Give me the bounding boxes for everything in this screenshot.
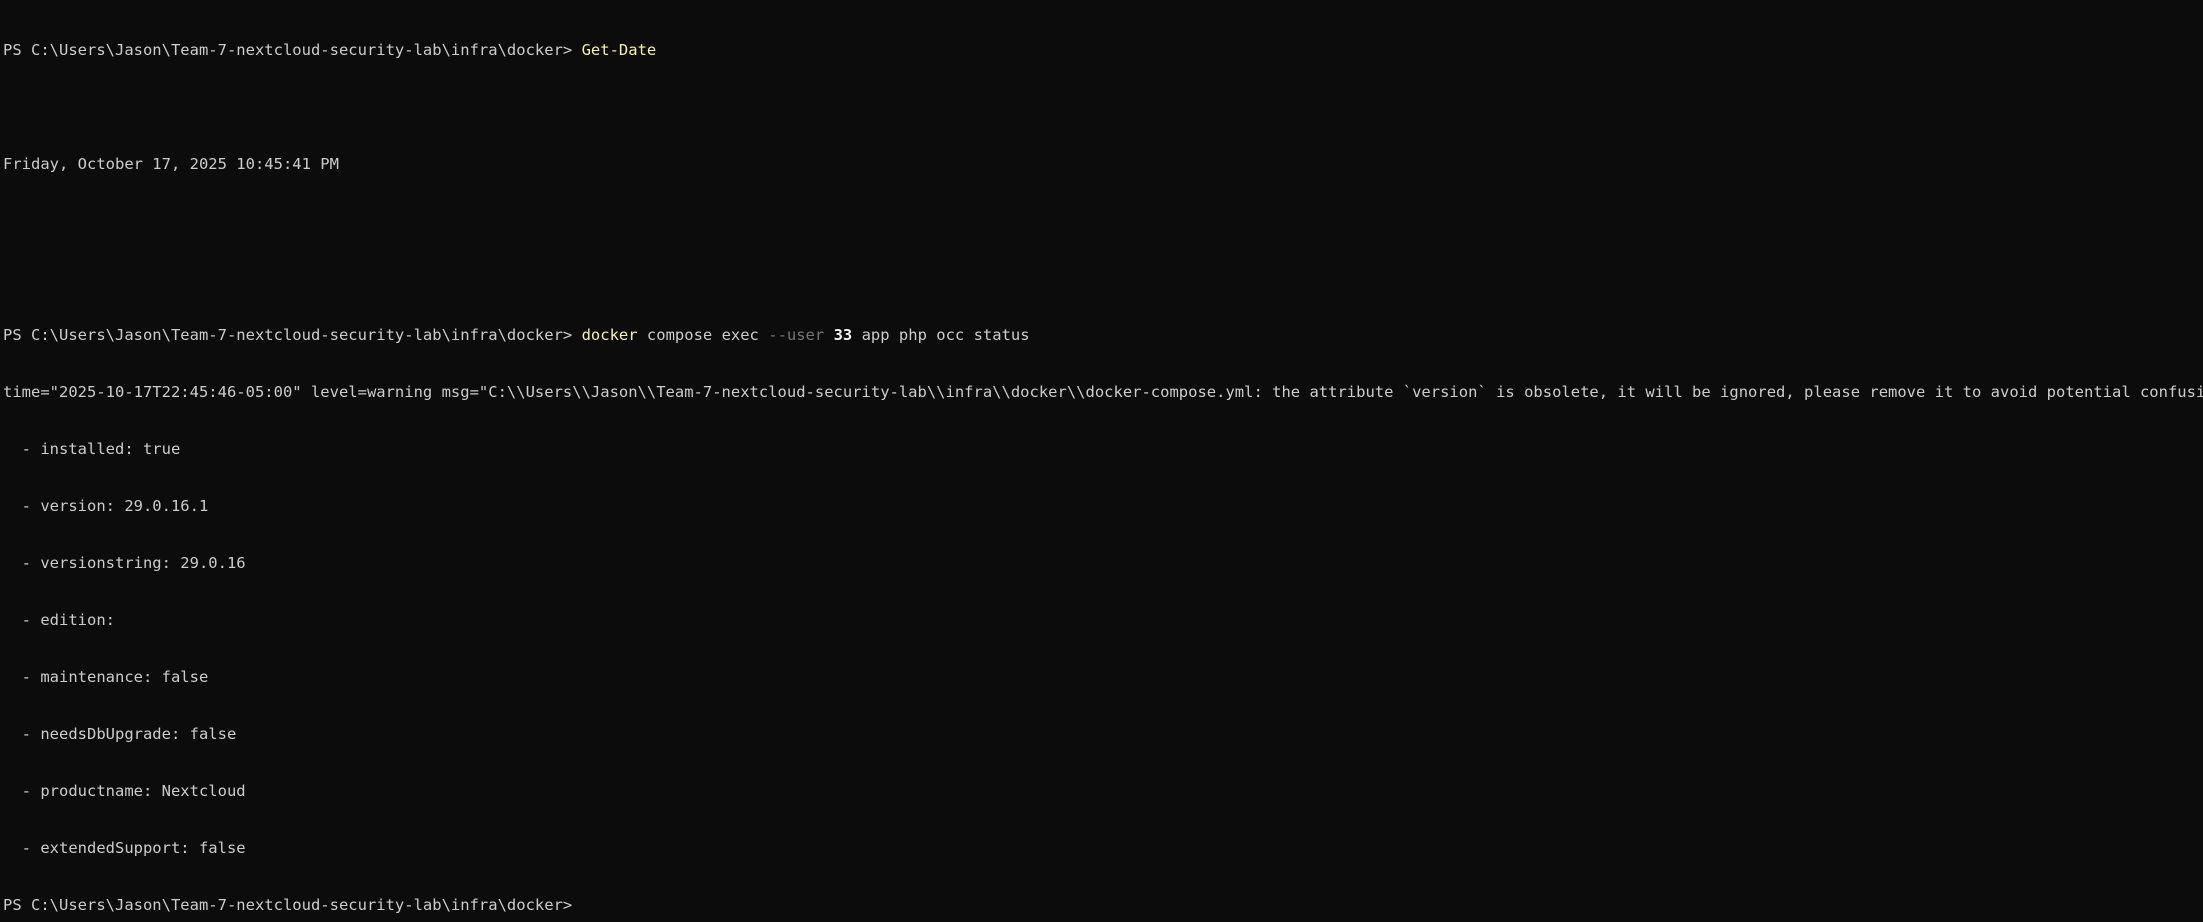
status-line-installed: - installed: true	[3, 440, 181, 458]
status-line-version: - version: 29.0.16.1	[3, 497, 209, 515]
command-param-user: --user	[768, 326, 825, 344]
command-args: app php occ status	[852, 326, 1030, 344]
command-user-value: 33	[833, 326, 853, 344]
prompt-text: PS C:\Users\Jason\Team-7-nextcloud-secur…	[3, 896, 573, 914]
command-docker: docker	[581, 326, 638, 344]
status-line-productname: - productname: Nextcloud	[3, 782, 246, 800]
final-prompt-line[interactable]: PS C:\Users\Jason\Team-7-nextcloud-secur…	[3, 896, 2203, 915]
date-output: Friday, October 17, 2025 10:45:41 PM	[3, 155, 339, 173]
status-line-versionstring: - versionstring: 29.0.16	[3, 554, 246, 572]
terminal-window[interactable]: PS C:\Users\Jason\Team-7-nextcloud-secur…	[0, 0, 2203, 914]
status-line-extendedsupport: - extendedSupport: false	[3, 839, 246, 857]
warning-line: time="2025-10-17T22:45:46-05:00" level=w…	[3, 383, 2203, 401]
command-get-date: Get-Date	[581, 41, 657, 59]
command-args: compose exec	[637, 326, 769, 344]
status-line-maintenance: - maintenance: false	[3, 668, 209, 686]
prompt-line-2: PS C:\Users\Jason\Team-7-nextcloud-secur…	[3, 326, 2203, 345]
prompt-text: PS C:\Users\Jason\Team-7-nextcloud-secur…	[3, 326, 582, 344]
command-space	[824, 326, 833, 344]
prompt-text: PS C:\Users\Jason\Team-7-nextcloud-secur…	[3, 41, 582, 59]
status-line-edition: - edition:	[3, 611, 125, 629]
prompt-line-1: PS C:\Users\Jason\Team-7-nextcloud-secur…	[3, 41, 2203, 60]
status-line-needsdbupgrade: - needsDbUpgrade: false	[3, 725, 237, 743]
